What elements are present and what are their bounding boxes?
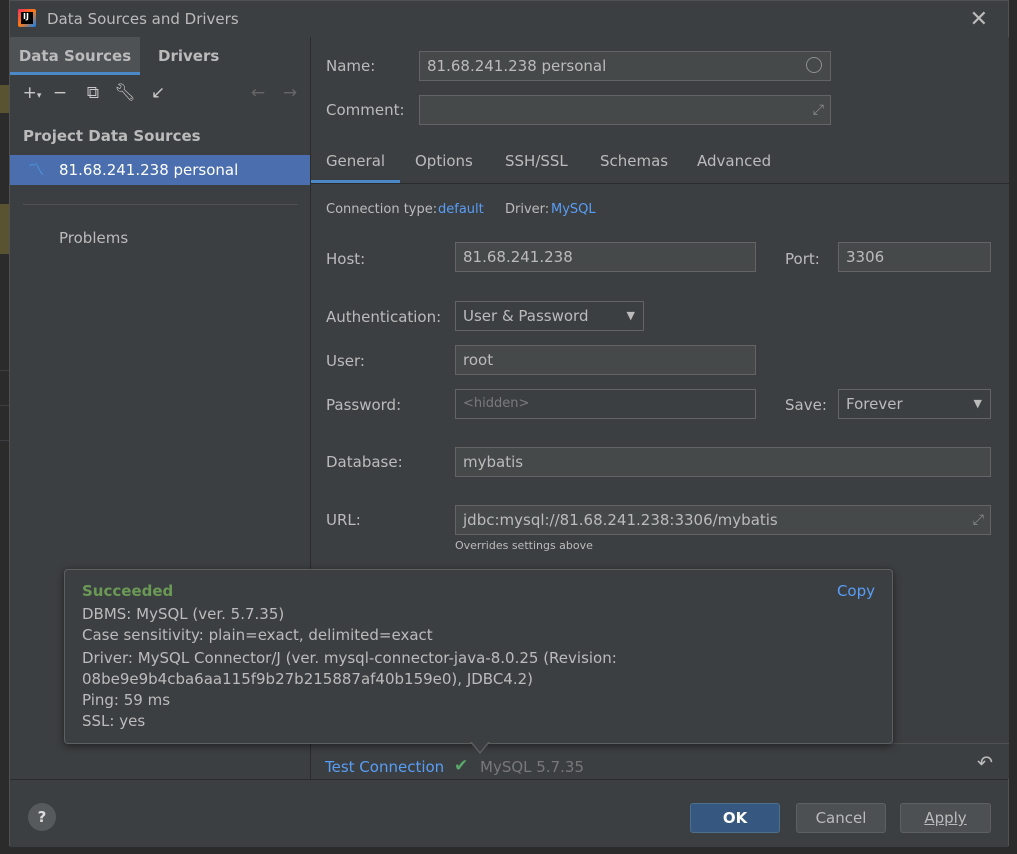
popup-line: DBMS: MySQL (ver. 5.7.35)	[82, 605, 285, 623]
name-label: Name:	[326, 57, 376, 75]
help-button[interactable]: ?	[28, 803, 56, 831]
problems-item[interactable]: Problems	[59, 229, 128, 247]
revert-icon[interactable]: ↶	[977, 752, 993, 774]
data-source-label: 81.68.241.238 personal	[59, 161, 239, 179]
tab-general[interactable]: General	[311, 147, 400, 183]
connection-type-link[interactable]: default	[438, 202, 484, 217]
test-result: MySQL 5.7.35	[480, 758, 584, 776]
forward-arrow-icon[interactable]: →	[278, 81, 302, 105]
left-tabs: Data Sources Drivers	[10, 37, 310, 75]
tab-ssh-ssl[interactable]: SSH/SSL	[505, 147, 568, 183]
popup-line: SSL: yes	[82, 712, 146, 730]
database-label: Database:	[326, 453, 403, 471]
section-title: Project Data Sources	[23, 127, 201, 145]
add-icon[interactable]: +▾	[20, 81, 44, 105]
save-label: Save:	[785, 396, 827, 414]
tab-options[interactable]: Options	[415, 147, 473, 183]
password-field[interactable]: <hidden>	[455, 389, 756, 419]
user-field[interactable]: root	[455, 345, 756, 375]
authentication-value: User & Password	[463, 307, 589, 325]
password-label: Password:	[326, 396, 402, 414]
expand-icon[interactable]: ⤢	[813, 96, 824, 124]
connection-result-popup: Succeeded Copy DBMS: MySQL (ver. 5.7.35)…	[64, 569, 893, 744]
chevron-down-icon: ▼	[626, 309, 635, 322]
mysql-icon: 〽	[28, 160, 45, 179]
comment-label: Comment:	[326, 101, 405, 119]
duplicate-icon[interactable]: ⧉	[81, 81, 105, 105]
port-field[interactable]: 3306	[838, 242, 991, 272]
close-icon[interactable]: ✕	[970, 7, 988, 32]
database-field[interactable]: mybatis	[455, 447, 991, 477]
authentication-label: Authentication:	[326, 308, 442, 326]
url-label: URL:	[326, 511, 361, 529]
config-tabs: General Options SSH/SSL Schemas Advanced	[311, 147, 1009, 184]
check-icon: ✔	[454, 756, 469, 776]
test-connection-link[interactable]: Test Connection	[325, 758, 444, 776]
popup-line: 08be9e9b4cba6aa115f9b27b215887af40b159e0…	[82, 670, 534, 688]
title-bar: IJ Data Sources and Drivers ✕	[10, 1, 1008, 37]
authentication-dropdown[interactable]: User & Password ▼	[455, 301, 644, 331]
name-value: 81.68.241.238 personal	[427, 57, 607, 75]
driver-link[interactable]: MySQL	[551, 202, 596, 217]
tab-schemas[interactable]: Schemas	[600, 147, 668, 183]
name-field[interactable]: 81.68.241.238 personal	[419, 51, 831, 81]
test-connection-bar: Test Connection ✔ MySQL 5.7.35 ↶	[311, 743, 1009, 780]
copy-link[interactable]: Copy	[837, 582, 875, 600]
left-toolbar: +▾ − ⧉ 🔧︎ ↙ ← →	[10, 81, 310, 109]
url-field[interactable]: jdbc:mysql://81.68.241.238:3306/mybatis …	[455, 505, 991, 535]
cancel-button[interactable]: Cancel	[796, 803, 886, 833]
data-source-item[interactable]: 〽 81.68.241.238 personal	[10, 155, 310, 185]
divider	[23, 204, 298, 205]
expand-icon[interactable]: ⤢	[973, 506, 984, 534]
status-succeeded: Succeeded	[82, 582, 174, 600]
comment-field[interactable]: ⤢	[419, 95, 831, 125]
color-circle-icon[interactable]	[806, 57, 822, 73]
remove-icon[interactable]: −	[48, 81, 72, 105]
window-title: Data Sources and Drivers	[47, 10, 239, 28]
host-label: Host:	[326, 250, 366, 268]
port-label: Port:	[785, 250, 820, 268]
connection-type-label: Connection type:	[326, 202, 438, 217]
url-hint: Overrides settings above	[455, 539, 593, 552]
tab-drivers[interactable]: Drivers	[158, 37, 219, 75]
chevron-down-icon: ▼	[973, 397, 982, 410]
tab-data-sources[interactable]: Data Sources	[10, 37, 140, 75]
back-arrow-icon[interactable]: ←	[246, 81, 270, 105]
dialog-footer: ? OK Cancel Apply	[10, 779, 1008, 847]
tab-advanced[interactable]: Advanced	[697, 147, 771, 183]
save-dropdown[interactable]: Forever ▼	[838, 389, 991, 419]
url-value: jdbc:mysql://81.68.241.238:3306/mybatis	[463, 511, 778, 529]
save-value: Forever	[846, 395, 903, 413]
driver-label: Driver:	[505, 202, 550, 217]
import-icon[interactable]: ↙	[146, 81, 170, 105]
popup-line: Ping: 59 ms	[82, 691, 171, 709]
host-field[interactable]: 81.68.241.238	[455, 242, 756, 272]
popup-pointer	[470, 741, 490, 754]
popup-line: Case sensitivity: plain=exact, delimited…	[82, 626, 433, 644]
user-label: User:	[326, 352, 365, 370]
popup-line: Driver: MySQL Connector/J (ver. mysql-co…	[82, 649, 617, 667]
apply-button[interactable]: Apply	[900, 803, 991, 833]
settings-wrench-icon[interactable]: 🔧︎	[113, 81, 137, 105]
intellij-logo-icon: IJ	[18, 9, 36, 27]
ok-button[interactable]: OK	[690, 803, 780, 833]
